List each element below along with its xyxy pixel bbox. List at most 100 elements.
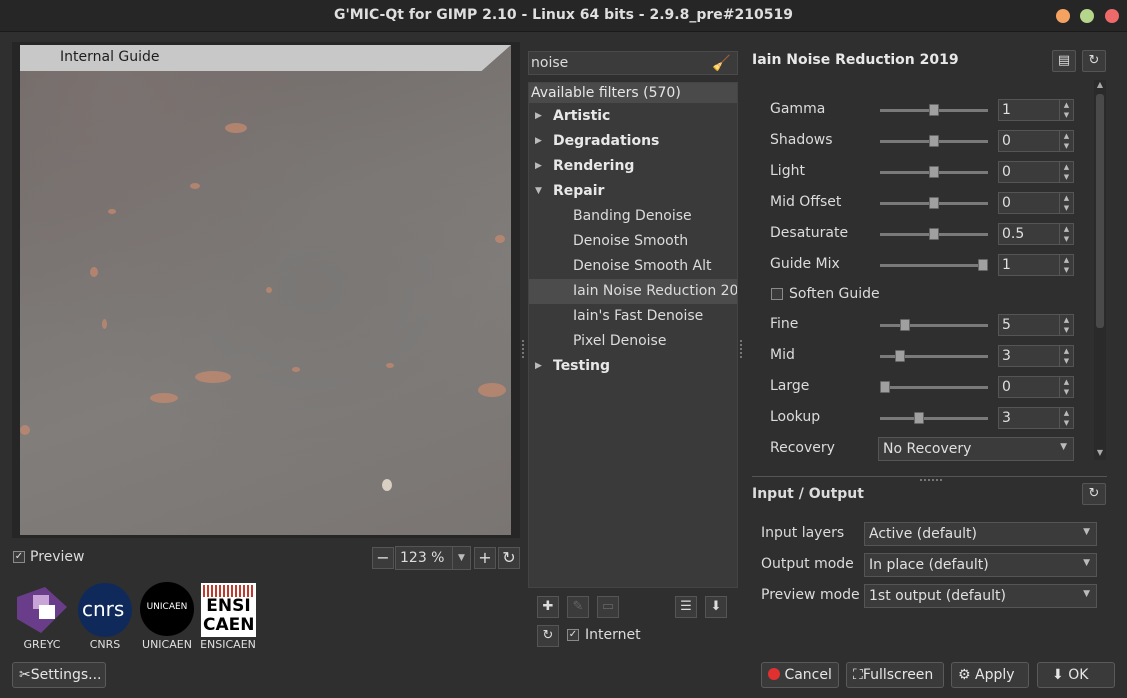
refresh-filters-button[interactable]: ↻ — [537, 625, 559, 647]
param-slider[interactable] — [880, 228, 988, 240]
spin-arrows-icon[interactable]: ▲ ▼ — [1059, 100, 1073, 120]
slider-handle[interactable] — [880, 381, 890, 393]
filter-category[interactable]: ▶ Rendering — [529, 154, 737, 179]
param-slider[interactable] — [880, 104, 988, 116]
spin-arrows-icon[interactable]: ▲ ▼ — [1059, 377, 1073, 397]
param-slider[interactable] — [880, 166, 988, 178]
reset-params-icon[interactable]: ↻ — [1082, 50, 1106, 72]
internet-checkbox[interactable]: ✓ — [567, 629, 579, 641]
preview-mode-select[interactable]: 1st output (default) ▼ — [864, 584, 1097, 608]
soften-guide-checkbox[interactable] — [771, 288, 783, 300]
close-window-button[interactable] — [1105, 9, 1119, 23]
filter-item[interactable]: Denoise Smooth Alt — [529, 254, 737, 279]
input-layers-label: Input layers — [761, 525, 845, 541]
internal-guide-label: Internal Guide — [60, 49, 160, 65]
rename-fave-button[interactable]: ▭ — [597, 596, 619, 618]
spin-arrows-icon[interactable]: ▲ ▼ — [1059, 255, 1073, 275]
spin-arrows-icon[interactable]: ▲ ▼ — [1059, 131, 1073, 151]
scrollbar-thumb[interactable] — [1096, 94, 1104, 328]
cancel-button[interactable]: Cancel — [761, 662, 839, 688]
zoom-reset-button[interactable]: ↻ — [498, 547, 520, 569]
clear-search-icon[interactable]: 🧹 — [712, 54, 731, 72]
copy-to-clipboard-icon[interactable]: ▤ — [1052, 50, 1076, 72]
spin-arrows-icon[interactable]: ▲ ▼ — [1059, 346, 1073, 366]
slider-handle[interactable] — [978, 259, 988, 271]
filter-item[interactable]: Denoise Smooth — [529, 229, 737, 254]
slider-handle[interactable] — [929, 104, 939, 116]
ok-button[interactable]: ⬇ OK — [1037, 662, 1115, 688]
zoom-combo[interactable]: 123 % ▼ — [395, 546, 471, 570]
filter-category[interactable]: ▶ Degradations — [529, 129, 737, 154]
filter-item[interactable]: Iain Noise Reduction 2019 — [529, 279, 737, 304]
filter-item[interactable]: Pixel Denoise — [529, 329, 737, 354]
param-spinbox[interactable]: 1 ▲ ▼ — [998, 254, 1074, 276]
slider-handle[interactable] — [895, 350, 905, 362]
param-spinbox[interactable]: 3 ▲ ▼ — [998, 407, 1074, 429]
input-layers-select[interactable]: Active (default) ▼ — [864, 522, 1097, 546]
param-spinbox[interactable]: 0.5 ▲ ▼ — [998, 223, 1074, 245]
settings-button[interactable]: ✂Settings... — [12, 662, 106, 688]
splitter-handle[interactable] — [740, 340, 743, 358]
filter-category[interactable]: ▶ Artistic — [529, 104, 737, 129]
splitter-handle[interactable] — [522, 340, 525, 358]
spin-arrows-icon[interactable]: ▲ ▼ — [1059, 408, 1073, 428]
param-spinbox[interactable]: 0 ▲ ▼ — [998, 192, 1074, 214]
speck — [478, 383, 506, 397]
expand-collapse-button[interactable]: ⬇ — [705, 596, 727, 618]
param-slider[interactable] — [880, 197, 988, 209]
fullscreen-button[interactable]: ⛶Fullscreen — [846, 662, 944, 688]
maximize-button[interactable] — [1080, 9, 1094, 23]
output-mode-select[interactable]: In place (default) ▼ — [864, 553, 1097, 577]
zoom-in-button[interactable]: + — [474, 547, 496, 569]
spin-arrows-icon[interactable]: ▲ ▼ — [1059, 224, 1073, 244]
filter-category[interactable]: ▼ Repair — [529, 179, 737, 204]
param-spinbox[interactable]: 0 ▲ ▼ — [998, 376, 1074, 398]
remove-fave-button[interactable]: ✎ — [567, 596, 589, 618]
scroll-up-icon[interactable]: ▲ — [1094, 80, 1106, 89]
param-slider[interactable] — [880, 135, 988, 147]
io-splitter-handle[interactable] — [920, 479, 942, 481]
param-value: 1 — [1002, 102, 1011, 118]
param-spinbox[interactable]: 0 ▲ ▼ — [998, 161, 1074, 183]
reset-io-icon[interactable]: ↻ — [1082, 483, 1106, 505]
filter-item[interactable]: Banding Denoise — [529, 204, 737, 229]
scroll-down-icon[interactable]: ▼ — [1094, 448, 1106, 457]
spin-arrows-icon[interactable]: ▲ ▼ — [1059, 315, 1073, 335]
spin-arrows-icon[interactable]: ▲ ▼ — [1059, 162, 1073, 182]
param-slider[interactable] — [880, 412, 988, 424]
preview-checkbox[interactable]: ✓ — [13, 551, 25, 563]
param-slider[interactable] — [880, 319, 988, 331]
param-spinbox[interactable]: 0 ▲ ▼ — [998, 130, 1074, 152]
add-fave-button[interactable]: ✚ — [537, 596, 559, 618]
collapsed-arrow-icon[interactable]: ▶ — [535, 154, 542, 179]
slider-handle[interactable] — [929, 228, 939, 240]
slider-handle[interactable] — [929, 197, 939, 209]
params-scrollbar[interactable]: ▲ ▼ — [1094, 80, 1106, 460]
slider-handle[interactable] — [929, 135, 939, 147]
param-slider[interactable] — [880, 350, 988, 362]
apply-button[interactable]: ⚙ Apply — [951, 662, 1029, 688]
collapsed-arrow-icon[interactable]: ▶ — [535, 354, 542, 379]
expanded-arrow-icon[interactable]: ▼ — [535, 179, 542, 204]
param-spinbox[interactable]: 1 ▲ ▼ — [998, 99, 1074, 121]
slider-handle[interactable] — [929, 166, 939, 178]
preview-image[interactable] — [20, 45, 511, 535]
param-slider[interactable] — [880, 259, 988, 271]
param-slider[interactable] — [880, 381, 988, 393]
collapsed-arrow-icon[interactable]: ▶ — [535, 104, 542, 129]
filter-search-input[interactable]: noise 🧹 — [528, 51, 738, 75]
collapsed-arrow-icon[interactable]: ▶ — [535, 129, 542, 154]
param-spinbox[interactable]: 3 ▲ ▼ — [998, 345, 1074, 367]
param-spinbox[interactable]: 5 ▲ ▼ — [998, 314, 1074, 336]
filter-item[interactable]: Iain's Fast Denoise — [529, 304, 737, 329]
param-label: Light — [770, 163, 805, 179]
cancel-label: Cancel — [784, 667, 832, 683]
slider-handle[interactable] — [914, 412, 924, 424]
recovery-select[interactable]: No Recovery ▼ — [878, 437, 1074, 461]
slider-handle[interactable] — [900, 319, 910, 331]
minimize-button[interactable] — [1056, 9, 1070, 23]
select-filters-button[interactable]: ☰ — [675, 596, 697, 618]
spin-arrows-icon[interactable]: ▲ ▼ — [1059, 193, 1073, 213]
zoom-out-button[interactable]: − — [372, 547, 394, 569]
filter-category[interactable]: ▶ Testing — [529, 354, 737, 379]
